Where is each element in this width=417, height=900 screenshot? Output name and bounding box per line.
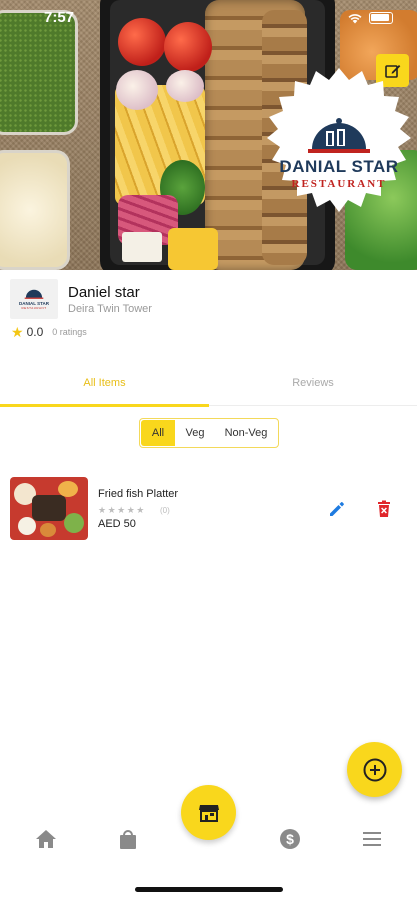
home-indicator[interactable] (135, 887, 283, 892)
thumbnail-logo-subtitle: RESTAURANT (21, 306, 47, 310)
shopping-bag-icon[interactable] (117, 828, 139, 850)
tabbouleh-dish (0, 10, 78, 135)
plate (64, 513, 84, 533)
tab-reviews[interactable]: Reviews (209, 377, 417, 389)
restaurant-dome-logo-icon (24, 289, 44, 299)
restaurant-dome-logo-icon (308, 117, 370, 153)
logo-subtitle: RESTAURANT (291, 177, 387, 190)
rating-row: ★ 0.0 0 ratings (11, 325, 87, 339)
hummus-dish (0, 150, 70, 270)
wifi-icon (348, 14, 362, 24)
filter-non-veg[interactable]: Non-Veg (215, 419, 277, 447)
item-star-rating: ★★★★★ (98, 505, 146, 515)
status-icons (347, 12, 393, 24)
edit-item-button[interactable] (327, 499, 347, 519)
onion (116, 70, 158, 110)
filter-all[interactable]: All (141, 420, 175, 446)
lemon (168, 228, 218, 270)
home-icon[interactable] (35, 828, 57, 850)
menu-icon[interactable] (361, 828, 383, 850)
cover-image: 7:57 DANIAL STAR RESTAURANT (0, 0, 417, 270)
item-price: AED 50 (98, 518, 136, 530)
plate (40, 523, 56, 537)
logo-name: DANIAL STAR (279, 156, 399, 176)
tab-all-items[interactable]: All Items (0, 377, 209, 389)
item-image[interactable] (10, 477, 88, 540)
svg-text:$: $ (286, 831, 294, 847)
butter-packet (122, 232, 162, 262)
status-time: 7:57 (44, 9, 75, 26)
item-review-count: (0) (160, 506, 170, 515)
tomato (164, 22, 212, 72)
dollar-icon[interactable]: $ (279, 828, 301, 850)
delete-item-button[interactable] (374, 499, 394, 519)
rating-count: 0 ratings (52, 327, 87, 337)
plate (32, 495, 66, 521)
restaurant-location: Deira Twin Tower (68, 303, 152, 315)
item-name: Fried fish Platter (98, 488, 179, 500)
add-item-button[interactable] (347, 742, 402, 797)
veg-filter: All Veg Non-Veg (139, 418, 279, 448)
restaurant-thumbnail: DANIAL STAR RESTAURANT (10, 279, 58, 319)
plate (18, 517, 36, 535)
onion (166, 70, 204, 102)
battery-icon (369, 12, 393, 24)
plate (58, 481, 78, 497)
restaurant-name: Daniel star (68, 284, 140, 301)
filter-veg[interactable]: Veg (175, 419, 215, 447)
tab-active-indicator (0, 404, 209, 407)
restaurant-logo-badge: DANIAL STAR RESTAURANT (254, 66, 417, 236)
star-icon: ★ (11, 324, 24, 340)
add-circle-icon (363, 758, 386, 781)
bottom-navigation: $ (0, 815, 417, 865)
tomato (118, 18, 166, 66)
rating-value: 0.0 (26, 325, 44, 339)
